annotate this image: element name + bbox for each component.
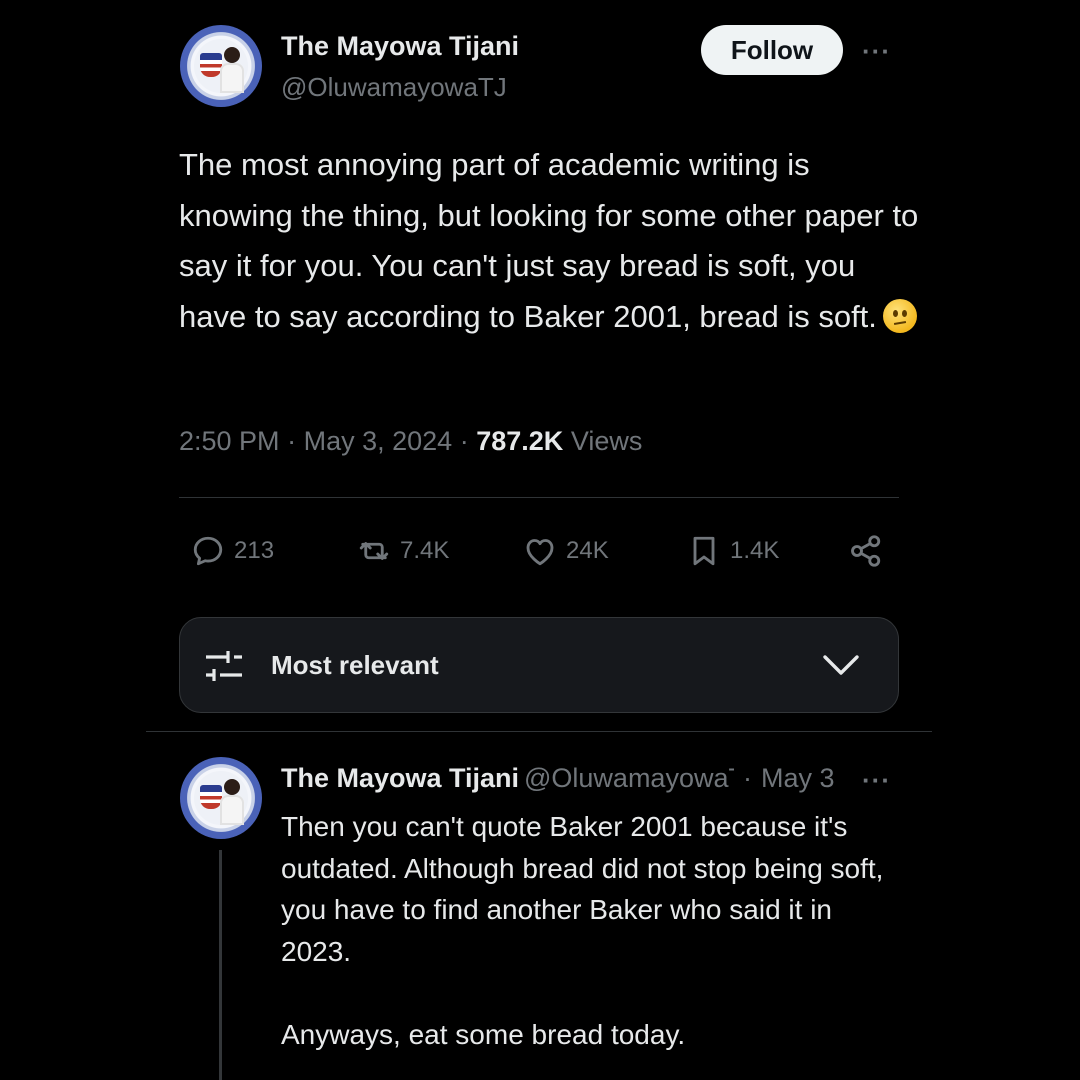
like-button[interactable]: 24K: [522, 530, 609, 572]
share-button[interactable]: [848, 530, 892, 572]
reply-count: 213: [234, 537, 275, 564]
follow-button[interactable]: Follow: [701, 25, 843, 75]
tweet-text-content: The most annoying part of academic writi…: [179, 147, 919, 334]
views-label: Views: [570, 426, 643, 456]
share-icon: [851, 535, 881, 567]
reply-icon: [193, 536, 223, 566]
more-options-icon[interactable]: ···: [862, 36, 891, 67]
tweet-date[interactable]: May 3, 2024: [304, 426, 453, 456]
reply-header: The Mayowa Tijani @OluwamayowaTJ · May 3: [281, 763, 881, 799]
author-handle[interactable]: @OluwamayowaTJ: [281, 72, 507, 103]
meta-separator: ·: [459, 426, 469, 456]
bookmark-count: 1.4K: [730, 537, 780, 564]
sort-label: Most relevant: [271, 650, 439, 680]
meta-separator: ·: [287, 426, 297, 456]
tweet-text: The most annoying part of academic writi…: [179, 140, 919, 342]
bookmark-button[interactable]: 1.4K: [686, 530, 779, 572]
author-avatar[interactable]: [180, 25, 262, 107]
repost-count: 7.4K: [400, 537, 450, 564]
tweet-time[interactable]: 2:50 PM: [179, 426, 280, 456]
section-divider: [146, 731, 932, 732]
reply-button[interactable]: 213: [190, 530, 274, 572]
divider: [179, 497, 899, 498]
sort-replies-dropdown[interactable]: Most relevant: [179, 617, 899, 713]
reply-author-name[interactable]: The Mayowa Tijani: [281, 763, 519, 794]
sliders-icon: [206, 651, 242, 681]
repost-icon: [359, 542, 389, 560]
reply-text: Then you can't quote Baker 2001 because …: [281, 811, 884, 1050]
author-name[interactable]: The Mayowa Tijani: [281, 31, 519, 62]
repost-button[interactable]: 7.4K: [356, 530, 449, 572]
reply-more-options-icon[interactable]: ···: [862, 765, 891, 796]
reply-meta-separator: ·: [743, 763, 752, 793]
chevron-down-icon: [823, 655, 859, 675]
tweet-meta: 2:50 PM · May 3, 2024 · 787.2K Views: [179, 426, 642, 457]
reply-author-avatar[interactable]: [180, 757, 262, 839]
reply-date[interactable]: May 3: [761, 763, 835, 794]
views-count: 787.2K: [476, 426, 564, 456]
bookmark-icon: [693, 536, 715, 566]
heart-icon: [526, 539, 554, 566]
reply-author-handle[interactable]: @OluwamayowaTJ: [524, 763, 734, 794]
like-count: 24K: [566, 537, 609, 564]
thread-line: [219, 850, 222, 1080]
confused-face-emoji-icon: [882, 298, 917, 333]
